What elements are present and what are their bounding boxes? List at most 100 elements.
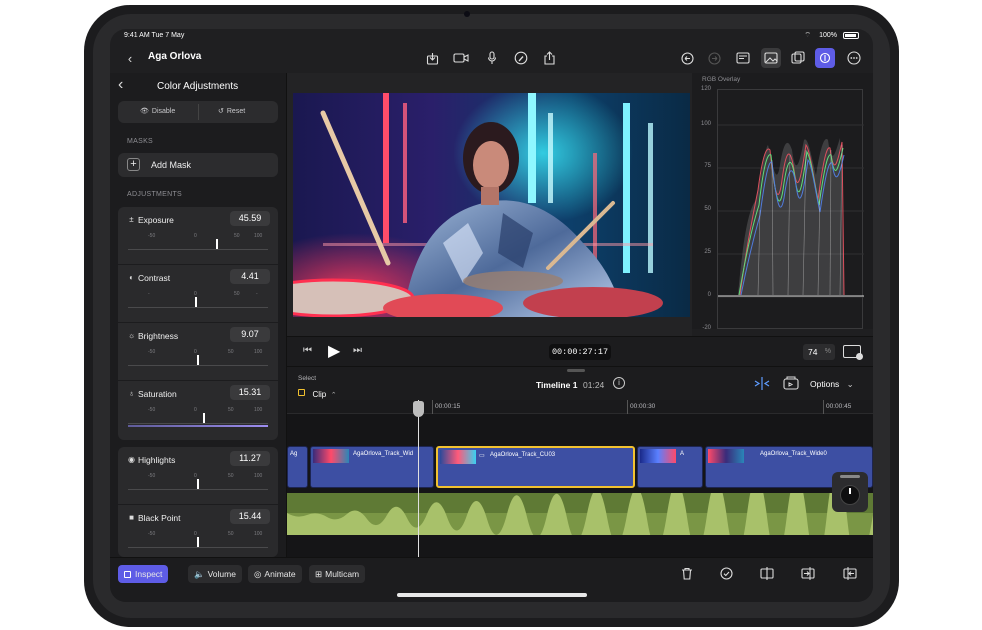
ruler-tick: [432, 400, 433, 414]
video-clip[interactable]: AgaOrlova_Track_Wid: [310, 446, 434, 488]
adjustments-card-2: ◉ Highlights 11.27 -50 0 50 100 ■ Black Poi…: [118, 447, 278, 557]
photo-browser-icon[interactable]: [761, 48, 781, 68]
adjustment-label: Exposure: [138, 215, 174, 225]
scope-title: RGB Overlay: [702, 76, 741, 83]
video-clip[interactable]: A: [637, 446, 703, 488]
timeline-tracks[interactable]: Ag AgaOrlova_Track_Wid ▭ AgaOrlova_Track…: [287, 414, 873, 557]
adjustment-label: Brightness: [138, 331, 179, 341]
slider-thumb[interactable]: [197, 537, 199, 547]
effects-icon[interactable]: [788, 48, 808, 68]
redo-icon[interactable]: [704, 48, 724, 68]
inspect-button[interactable]: Inspect: [118, 565, 169, 583]
animate-icon: ◎: [254, 568, 262, 579]
viewer-options-dot: [856, 353, 863, 360]
exposure-slider[interactable]: [128, 242, 268, 250]
battery-percent: 100%: [819, 32, 837, 39]
adjustment-value-field[interactable]: 15.31: [230, 385, 270, 400]
volume-button[interactable]: 🔈 Volume: [188, 565, 242, 583]
scope-axis-label: 75: [704, 163, 711, 169]
viewer-options-icon[interactable]: [843, 345, 863, 360]
trash-icon[interactable]: [677, 563, 697, 583]
plus-minus-icon: ±: [129, 215, 134, 224]
split-icon[interactable]: [757, 563, 777, 583]
import-icon[interactable]: [422, 48, 442, 68]
adjustment-row-black-point[interactable]: ■ Black Point 15.44 -50 0 50 100: [118, 505, 278, 563]
undo-icon[interactable]: [677, 48, 697, 68]
adjustment-value-field[interactable]: 4.41: [230, 269, 270, 284]
adjustment-row-brightness[interactable]: ☼ Brightness 9.07 -50 0 50 100: [118, 323, 278, 381]
slider-thumb[interactable]: [216, 239, 218, 249]
options-menu[interactable]: Options ⌄: [810, 379, 854, 390]
skip-back-icon[interactable]: ⏮: [303, 345, 312, 356]
sun-icon: ☼: [127, 331, 136, 340]
playhead[interactable]: [418, 400, 419, 557]
trim-start-icon[interactable]: [798, 563, 818, 583]
inspect-icon: [124, 570, 131, 578]
scope-axis-label: -20: [702, 325, 711, 331]
home-indicator: [397, 593, 587, 597]
adjustment-label: Black Point: [138, 513, 181, 523]
video-frame: [293, 93, 690, 317]
video-clip-selected[interactable]: ▭ AgaOrlova_Track_CU03: [436, 446, 635, 488]
multicam-icon: ⊞: [315, 568, 323, 579]
checkmark-circle-icon[interactable]: [716, 563, 736, 583]
masks-section-label: MASKS: [127, 138, 154, 145]
adjustment-row-saturation[interactable]: ♁ Saturation 15.31 -50 0 50 100: [118, 381, 278, 439]
back-icon[interactable]: ‹: [120, 48, 140, 68]
trim-end-icon[interactable]: [840, 563, 860, 583]
skip-forward-icon[interactable]: ⏭: [353, 345, 362, 356]
ruler-label: 00:00:15: [435, 403, 461, 410]
slider-thumb[interactable]: [195, 297, 197, 307]
inspector-toggle-icon[interactable]: [815, 48, 835, 68]
animate-button[interactable]: ◎ Animate: [248, 565, 302, 583]
multicam-button[interactable]: ⊞ Multicam: [309, 565, 366, 583]
contrast-slider[interactable]: [128, 300, 268, 308]
add-mask-button[interactable]: + Add Mask: [118, 153, 278, 177]
adjustment-value-field[interactable]: 11.27: [230, 451, 270, 466]
adjustment-label: Highlights: [138, 455, 176, 465]
select-label: Select: [298, 375, 317, 382]
browser-icon[interactable]: [733, 48, 753, 68]
pencil-circle-icon[interactable]: [511, 48, 531, 68]
play-icon[interactable]: ▶: [328, 341, 340, 361]
playhead-handle[interactable]: [413, 401, 424, 417]
eye-icon: 👁: [140, 108, 149, 115]
microphone-icon[interactable]: [482, 48, 502, 68]
add-mask-label: Add Mask: [151, 160, 192, 170]
disable-button[interactable]: 👁 Disable: [140, 107, 175, 115]
saturation-slider[interactable]: [128, 416, 268, 424]
jog-indicator: [849, 488, 851, 494]
info-icon[interactable]: i: [613, 377, 625, 389]
timecode-display[interactable]: 00:00:27:17: [549, 344, 611, 360]
resize-handle[interactable]: [567, 369, 585, 372]
share-icon[interactable]: [539, 48, 559, 68]
slider-tick-labels: -50 0 50 100: [148, 407, 263, 413]
adjustment-value-field[interactable]: 45.59: [230, 211, 270, 226]
audio-track[interactable]: [287, 493, 873, 535]
camera-icon[interactable]: [451, 48, 471, 68]
panel-back-icon[interactable]: ‹: [118, 76, 123, 94]
clip-thumbnail: [640, 449, 676, 463]
disable-reset-group: 👁 Disable ↺ Reset: [118, 101, 278, 123]
video-viewer[interactable]: [293, 93, 690, 317]
slider-thumb[interactable]: [197, 479, 199, 489]
zoom-field[interactable]: 74%: [803, 344, 835, 360]
slider-thumb[interactable]: [203, 413, 205, 423]
adjustment-row-exposure[interactable]: ± Exposure 45.59 -50 0 50 100: [118, 207, 278, 265]
timeline-ruler[interactable]: 00:00:15 00:00:30 00:00:45: [287, 400, 873, 414]
jog-wheel-control[interactable]: [832, 472, 868, 512]
video-clip[interactable]: Ag: [287, 446, 308, 488]
adjustment-value-field[interactable]: 9.07: [230, 327, 270, 342]
adjustment-row-highlights[interactable]: ◉ Highlights 11.27 -50 0 50 100: [118, 447, 278, 505]
panel-title: Color Adjustments: [157, 81, 239, 92]
adjustment-row-contrast[interactable]: ◐ Contrast 4.41 -0 50-: [118, 265, 278, 323]
slider-thumb[interactable]: [197, 355, 199, 365]
adjustment-value-field[interactable]: 15.44: [230, 509, 270, 524]
reset-button[interactable]: ↺ Reset: [218, 107, 245, 115]
more-icon[interactable]: [844, 48, 864, 68]
timeline-name: Timeline 1: [536, 380, 578, 390]
clip-icon: [298, 389, 305, 397]
battery-icon: [843, 32, 859, 39]
video-icon: ▭: [479, 453, 485, 459]
ruler-tick: [627, 400, 628, 414]
